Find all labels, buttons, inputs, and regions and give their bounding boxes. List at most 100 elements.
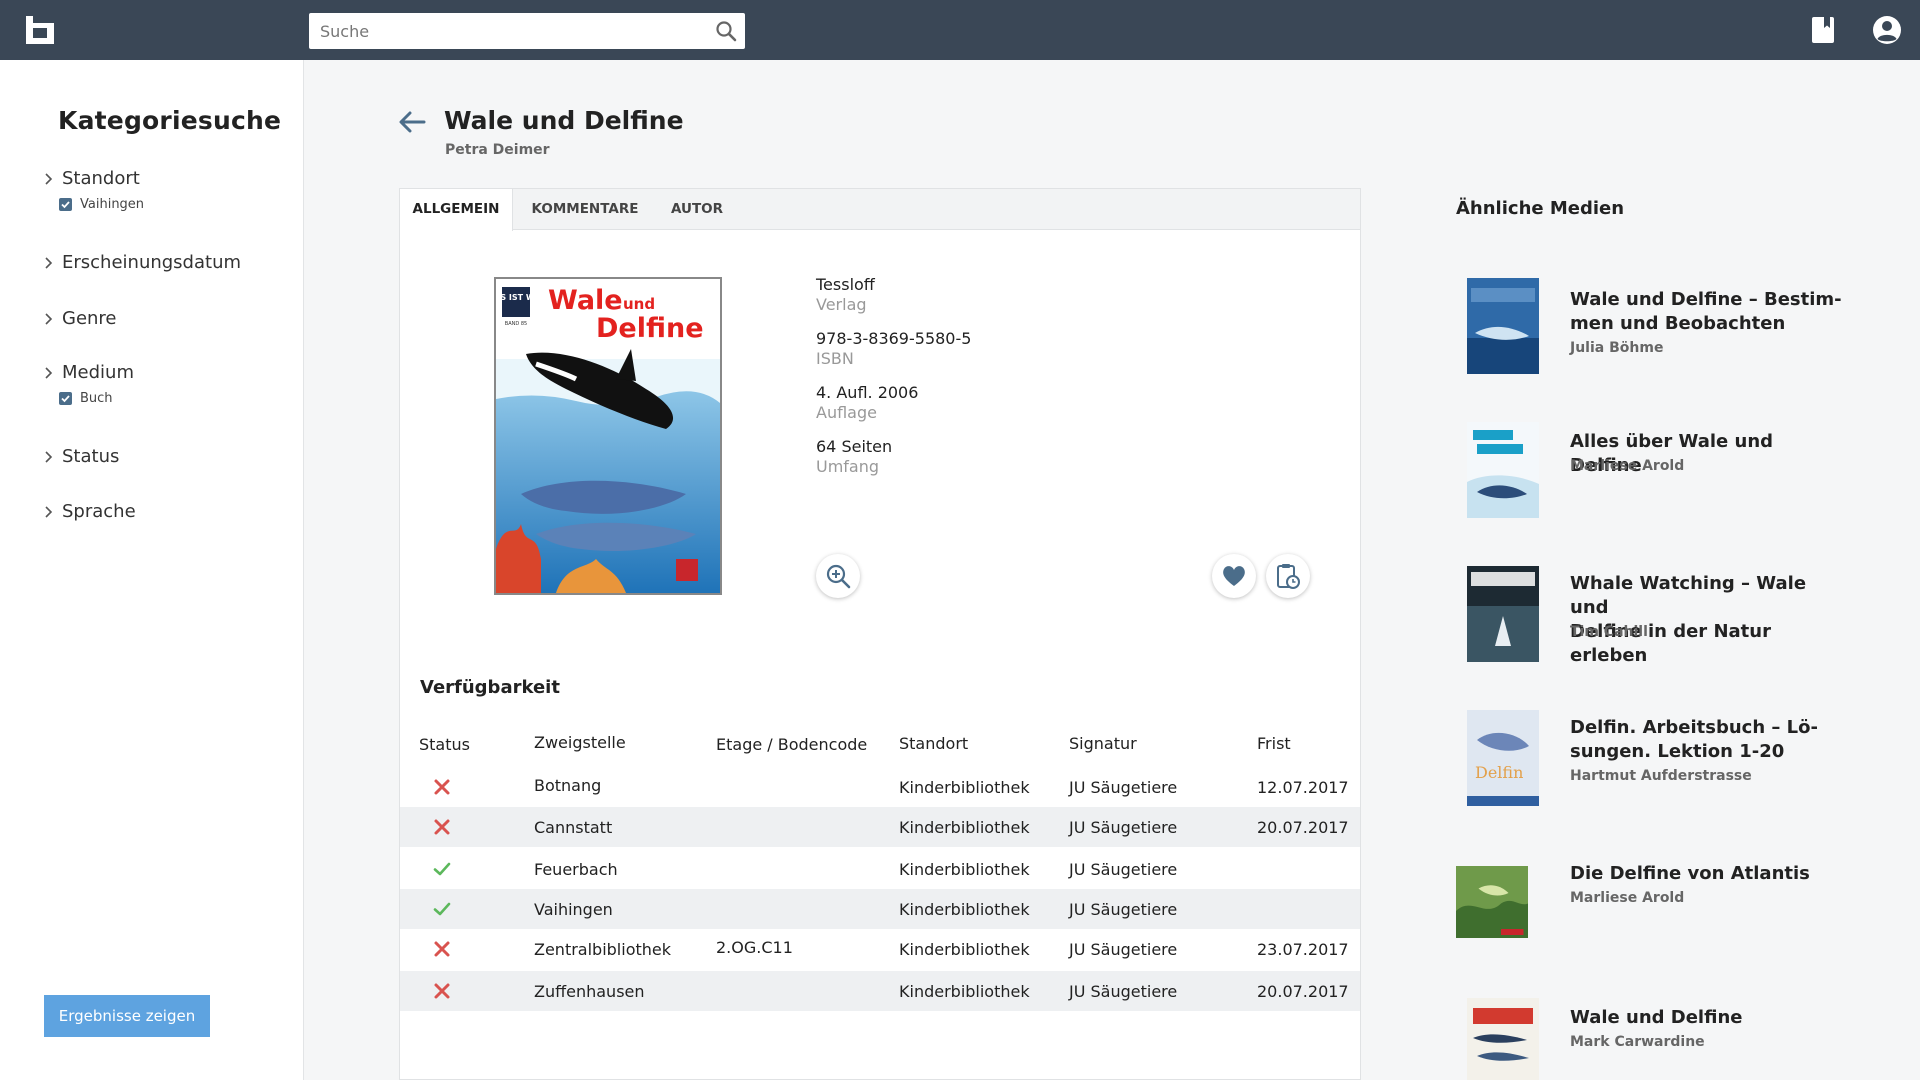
cell-branch: Botnang <box>534 776 602 795</box>
cell-branch: Zentralbibliothek <box>534 940 672 959</box>
column-header-due: Frist <box>1257 734 1291 753</box>
cell-location: Kinderbibliothek <box>899 982 1030 1001</box>
meta-label: Auflage <box>816 403 877 422</box>
cover-word-delfin: Delfin <box>1475 763 1523 782</box>
user-account-icon[interactable] <box>1872 15 1902 45</box>
similar-item-author: Julia Böhme <box>1570 340 1664 356</box>
available-check-icon <box>433 902 451 916</box>
cell-branch: Feuerbach <box>534 860 618 879</box>
similar-media-title: Ähnliche Medien <box>1456 198 1625 219</box>
column-header-signature: Signatur <box>1069 734 1137 753</box>
unavailable-x-icon <box>434 819 450 835</box>
column-header-branch: Zweigstelle <box>534 733 626 752</box>
tab-kommentare[interactable]: KOMMENTARE <box>513 189 657 230</box>
category-toggle-sprache[interactable]: Sprache <box>44 501 136 522</box>
chevron-right-icon <box>45 256 53 269</box>
library-logo-icon[interactable] <box>26 16 54 44</box>
bookmark-icon[interactable] <box>1812 17 1834 43</box>
similar-item-cover: Delfin <box>1467 710 1539 806</box>
table-row: Zuffenhausen Kinderbibliothek JU Säugeti… <box>400 971 1360 1011</box>
cell-signature: JU Säugetiere <box>1069 982 1178 1001</box>
category-medium: Medium Buch <box>44 362 134 406</box>
search-icon[interactable] <box>715 20 737 42</box>
search-input[interactable] <box>309 13 709 49</box>
title-line: men und Beobachten <box>1570 313 1786 334</box>
category-sprache: Sprache <box>44 501 136 522</box>
meta-umfang: 64 Seiten Umfang <box>816 437 892 476</box>
chevron-right-icon <box>45 450 53 463</box>
cell-location: Kinderbibliothek <box>899 818 1030 837</box>
category-erscheinungsdatum: Erscheinungsdatum <box>44 252 241 273</box>
cell-location: Kinderbibliothek <box>899 860 1030 879</box>
category-toggle-medium[interactable]: Medium <box>44 362 134 383</box>
meta-label: ISBN <box>816 349 854 368</box>
similar-item-title: Whale Watching – Wale und Delfine in der… <box>1570 572 1850 668</box>
detail-tabs: ALLGEMEIN KOMMENTARE AUTOR <box>400 189 1360 231</box>
category-label: Sprache <box>62 501 136 522</box>
sidebar-title: Kategoriesuche <box>58 106 282 135</box>
category-toggle-standort[interactable]: Standort <box>44 168 144 189</box>
title-line: sungen. Lektion 1-20 <box>1570 741 1785 762</box>
meta-label: Umfang <box>816 457 880 476</box>
category-toggle-erscheinungsdatum[interactable]: Erscheinungsdatum <box>44 252 241 273</box>
similar-item-cover <box>1467 278 1539 374</box>
zoom-in-icon <box>826 564 851 589</box>
chevron-right-icon <box>45 312 53 325</box>
clipboard-clock-icon <box>1277 564 1300 589</box>
title-line: Die Delfine von Atlantis <box>1570 863 1810 884</box>
zoom-button[interactable] <box>816 554 860 598</box>
cell-due: 12.07.2017 <box>1257 778 1349 797</box>
title-line: Delfin. Arbeitsbuch – Lö- <box>1570 717 1818 738</box>
reserve-button[interactable] <box>1266 554 1310 598</box>
back-arrow-icon[interactable] <box>398 110 426 134</box>
cover-series-text: WAS IST WAS <box>496 293 547 302</box>
tab-autor[interactable]: AUTOR <box>657 189 737 230</box>
category-toggle-status[interactable]: Status <box>44 446 119 467</box>
checkbox-checked[interactable] <box>59 198 72 211</box>
category-label: Erscheinungsdatum <box>62 252 242 273</box>
similar-item-cover <box>1467 566 1539 662</box>
cell-signature: JU Säugetiere <box>1069 818 1178 837</box>
availability-title: Verfügbarkeit <box>420 677 560 698</box>
cover-band-text: BAND 85 <box>505 321 527 327</box>
chevron-right-icon <box>45 505 53 518</box>
book-cover[interactable]: WAS IST WAS BAND 85 Wale und Delfine <box>494 277 722 595</box>
category-sidebar: Kategoriesuche Standort Vaihingen Ersche… <box>0 60 304 1080</box>
filter-option-label: Vaihingen <box>80 197 145 212</box>
checkbox-checked[interactable] <box>59 392 72 405</box>
cell-signature: JU Säugetiere <box>1069 900 1178 919</box>
unavailable-x-icon <box>434 779 450 795</box>
table-row: Zentralbibliothek 2.OG.C11 Kinderbibliot… <box>400 929 1360 969</box>
show-results-button[interactable]: Ergebnisse zeigen <box>44 995 210 1037</box>
similar-item-cover <box>1456 866 1528 938</box>
cell-location: Kinderbibliothek <box>899 940 1030 959</box>
heart-icon <box>1223 566 1245 586</box>
column-header-status: Status <box>419 735 470 754</box>
similar-item-author: Marliese Arold <box>1570 458 1685 474</box>
book-detail-card: ALLGEMEIN KOMMENTARE AUTOR WAS IST WAS B… <box>399 188 1361 1080</box>
cell-branch: Zuffenhausen <box>534 982 645 1001</box>
tab-allgemein[interactable]: ALLGEMEIN <box>400 189 513 231</box>
meta-verlag: Tessloff Verlag <box>816 275 875 314</box>
category-toggle-genre[interactable]: Genre <box>44 308 117 329</box>
chevron-right-icon <box>45 172 53 185</box>
top-bar <box>0 0 1920 60</box>
search-bar <box>309 13 745 49</box>
table-row: Vaihingen Kinderbibliothek JU Säugetiere <box>400 889 1360 929</box>
filter-option-buch[interactable]: Buch <box>59 391 134 406</box>
title-line: Wale und Delfine – Bestim- <box>1570 289 1842 310</box>
category-standort: Standort Vaihingen <box>44 168 144 212</box>
table-row: Feuerbach Kinderbibliothek JU Säugetiere <box>400 849 1360 889</box>
meta-auflage: 4. Aufl. 2006 Auflage <box>816 383 918 422</box>
similar-item-title: Delfin. Arbeitsbuch – Lö- sungen. Lektio… <box>1570 716 1850 764</box>
filter-option-vaihingen[interactable]: Vaihingen <box>59 197 144 212</box>
cell-branch: Cannstatt <box>534 818 613 837</box>
cell-signature: JU Säugetiere <box>1069 860 1178 879</box>
favorite-button[interactable] <box>1212 554 1256 598</box>
book-author: Petra Deimer <box>445 142 550 158</box>
similar-item-title: Die Delfine von Atlantis <box>1570 862 1850 886</box>
similar-item-author: Marliese Arold <box>1570 890 1685 906</box>
similar-item-cover <box>1467 998 1539 1080</box>
meta-isbn: 978-3-8369-5580-5 ISBN <box>816 329 971 368</box>
unavailable-x-icon <box>434 983 450 999</box>
